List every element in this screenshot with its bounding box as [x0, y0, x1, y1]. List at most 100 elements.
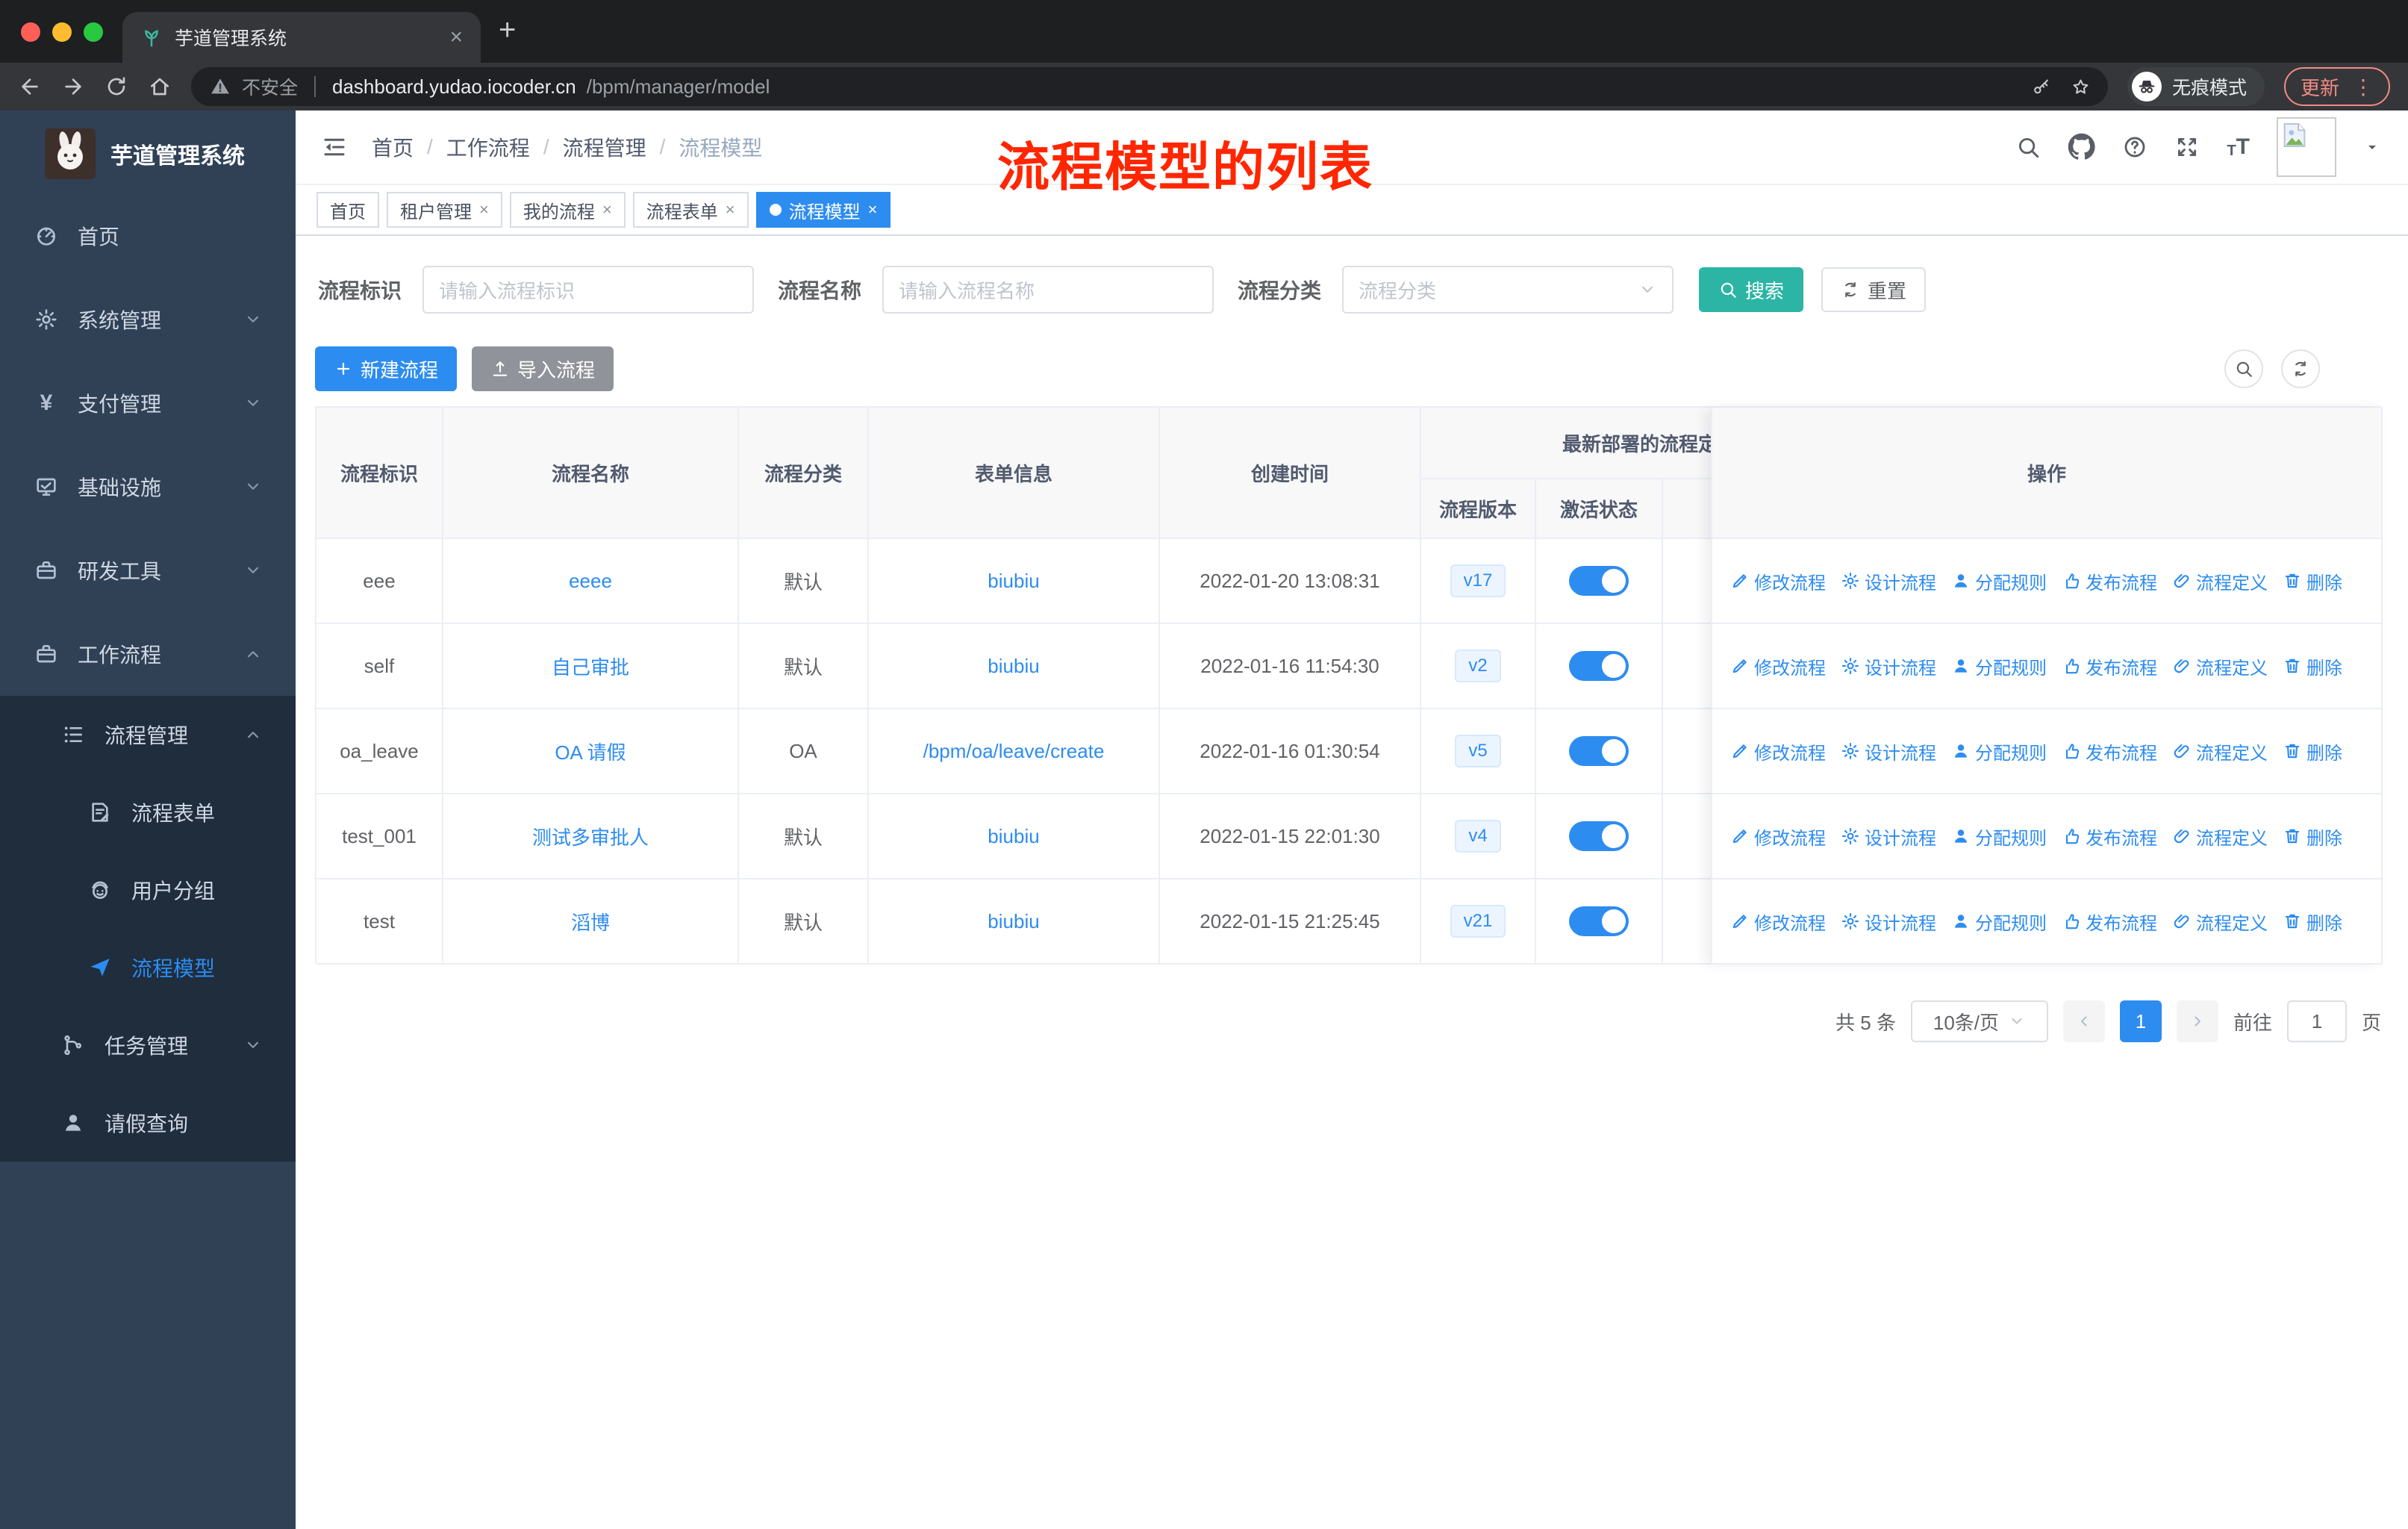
sidebar-item-用户分组[interactable]: 用户分组: [0, 851, 296, 929]
security-label[interactable]: 不安全: [242, 73, 298, 100]
version-badge[interactable]: v4: [1455, 819, 1501, 853]
version-badge[interactable]: v5: [1455, 734, 1501, 768]
user-avatar[interactable]: [2277, 117, 2336, 177]
show-search-button[interactable]: [2224, 349, 2263, 388]
bookmark-star-icon[interactable]: [2071, 78, 2090, 96]
action-分配规则[interactable]: 分配规则: [1951, 909, 2047, 935]
page-number-button[interactable]: 1: [2119, 1000, 2162, 1042]
active-toggle[interactable]: [1569, 821, 1629, 851]
active-toggle[interactable]: [1569, 736, 1629, 766]
action-设计流程[interactable]: 设计流程: [1841, 738, 1936, 764]
close-tag-icon[interactable]: ×: [602, 200, 612, 219]
version-badge[interactable]: v2: [1455, 649, 1501, 683]
filter-category-select[interactable]: 流程分类: [1342, 266, 1674, 314]
action-设计流程[interactable]: 设计流程: [1841, 568, 1936, 594]
action-发布流程[interactable]: 发布流程: [2062, 909, 2157, 935]
table-scroll-area[interactable]: 流程标识 流程名称 流程分类 表单信息 创建时间 最新部署的流程定义 流程版本 …: [316, 408, 1711, 965]
action-流程定义[interactable]: 流程定义: [2172, 653, 2268, 679]
action-删除[interactable]: 删除: [2283, 653, 2342, 679]
tag-租户管理[interactable]: 租户管理 ×: [387, 192, 502, 228]
cell-form-link[interactable]: biubiu: [869, 624, 1160, 709]
sidebar-item-系统管理[interactable]: 系统管理: [0, 278, 296, 361]
action-分配规则[interactable]: 分配规则: [1951, 823, 2047, 850]
cell-form-link[interactable]: biubiu: [869, 794, 1160, 879]
sidebar-item-流程模型[interactable]: 流程模型: [0, 929, 296, 1006]
action-发布流程[interactable]: 发布流程: [2062, 823, 2157, 850]
forward-icon[interactable]: [61, 75, 85, 99]
action-发布流程[interactable]: 发布流程: [2062, 653, 2157, 679]
action-设计流程[interactable]: 设计流程: [1841, 909, 1936, 935]
close-tab-icon[interactable]: ×: [449, 26, 463, 49]
sidebar-item-任务管理[interactable]: 任务管理: [0, 1006, 296, 1084]
action-修改流程[interactable]: 修改流程: [1730, 909, 1826, 935]
page-size-select[interactable]: 10条/页: [1910, 1000, 2048, 1042]
action-修改流程[interactable]: 修改流程: [1730, 738, 1826, 764]
next-page-button[interactable]: [2176, 1000, 2218, 1042]
avatar-caret-down-icon[interactable]: [2363, 138, 2381, 156]
sidebar-item-研发工具[interactable]: 研发工具: [0, 529, 296, 612]
version-badge[interactable]: v17: [1450, 564, 1506, 598]
close-window-button[interactable]: [21, 22, 40, 42]
active-toggle[interactable]: [1569, 651, 1629, 681]
key-icon[interactable]: [2032, 78, 2050, 96]
breadcrumb-item-工作流程[interactable]: 工作流程: [446, 132, 530, 162]
goto-page-input[interactable]: 1: [2286, 1000, 2347, 1042]
cell-name-link[interactable]: 测试多审批人: [443, 794, 739, 879]
action-删除[interactable]: 删除: [2283, 823, 2342, 850]
prev-page-button[interactable]: [2062, 1000, 2105, 1042]
update-label[interactable]: 更新: [2301, 73, 2339, 101]
tag-首页[interactable]: 首页: [316, 192, 379, 228]
update-button[interactable]: 更新 ⋮: [2283, 67, 2390, 106]
address-bar[interactable]: 不安全 dashboard.yudao.iocoder.cn/bpm/manag…: [191, 67, 2108, 106]
browser-menu-icon[interactable]: ⋮: [2353, 75, 2374, 99]
sidebar-item-首页[interactable]: 首页: [0, 194, 296, 278]
new-tab-button[interactable]: +: [499, 13, 516, 47]
action-修改流程[interactable]: 修改流程: [1730, 823, 1826, 850]
create-process-button[interactable]: 新建流程: [315, 346, 457, 391]
action-流程定义[interactable]: 流程定义: [2172, 909, 2268, 935]
action-流程定义[interactable]: 流程定义: [2172, 738, 2268, 764]
sidebar-item-请假查询[interactable]: 请假查询: [0, 1084, 296, 1162]
refresh-table-button[interactable]: [2281, 349, 2320, 388]
browser-tab[interactable]: 芋道管理系统 ×: [122, 12, 481, 63]
close-tag-icon[interactable]: ×: [726, 200, 735, 219]
action-流程定义[interactable]: 流程定义: [2172, 568, 2268, 594]
version-badge[interactable]: v21: [1450, 904, 1506, 938]
help-icon[interactable]: [2122, 134, 2147, 160]
close-tag-icon[interactable]: ×: [479, 200, 489, 219]
active-toggle[interactable]: [1569, 906, 1629, 936]
cell-name-link[interactable]: 滔博: [443, 879, 739, 965]
cell-form-link[interactable]: /bpm/oa/leave/create: [869, 709, 1160, 794]
text-size-icon[interactable]: TT: [2227, 136, 2250, 159]
reset-button[interactable]: 重置: [1821, 267, 1927, 312]
github-icon[interactable]: [2068, 133, 2095, 161]
action-修改流程[interactable]: 修改流程: [1730, 568, 1826, 594]
sidebar-item-流程管理[interactable]: 流程管理: [0, 696, 296, 773]
action-删除[interactable]: 删除: [2283, 909, 2342, 935]
sidebar-item-工作流程[interactable]: 工作流程: [0, 612, 296, 696]
fullscreen-icon[interactable]: [2174, 134, 2200, 160]
breadcrumb-item-流程管理[interactable]: 流程管理: [563, 132, 646, 162]
action-分配规则[interactable]: 分配规则: [1951, 738, 2047, 764]
cell-name-link[interactable]: 自己审批: [443, 624, 739, 709]
action-分配规则[interactable]: 分配规则: [1951, 653, 2047, 679]
window-controls[interactable]: [21, 22, 103, 42]
action-发布流程[interactable]: 发布流程: [2062, 738, 2157, 764]
action-删除[interactable]: 删除: [2283, 568, 2342, 594]
import-process-button[interactable]: 导入流程: [472, 346, 614, 391]
active-toggle[interactable]: [1569, 566, 1629, 596]
back-icon[interactable]: [18, 75, 42, 99]
sidebar-item-流程表单[interactable]: 流程表单: [0, 773, 296, 851]
action-删除[interactable]: 删除: [2283, 738, 2342, 764]
minimize-window-button[interactable]: [52, 22, 72, 42]
maximize-window-button[interactable]: [84, 22, 103, 42]
breadcrumb-item-首页[interactable]: 首页: [372, 132, 414, 162]
filter-key-input[interactable]: 请输入流程标识: [422, 266, 755, 314]
action-流程定义[interactable]: 流程定义: [2172, 823, 2268, 850]
action-设计流程[interactable]: 设计流程: [1841, 653, 1936, 679]
reload-icon[interactable]: [105, 75, 128, 99]
action-分配规则[interactable]: 分配规则: [1951, 568, 2047, 594]
filter-name-input[interactable]: 请输入流程名称: [882, 266, 1214, 314]
sidebar-item-基础设施[interactable]: 基础设施: [0, 445, 296, 529]
search-icon[interactable]: [2015, 134, 2041, 160]
